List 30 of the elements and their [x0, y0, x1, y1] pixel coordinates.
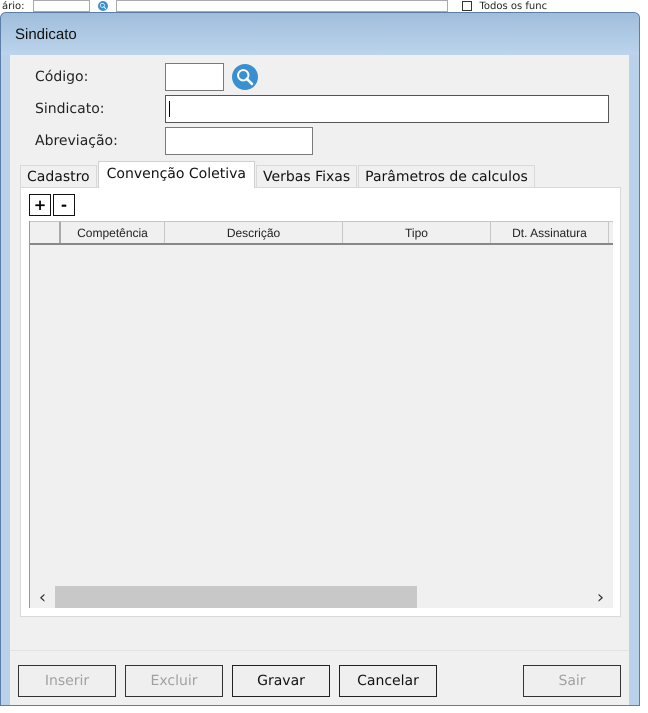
- column-header[interactable]: Descrição: [165, 221, 343, 243]
- input-field[interactable]: [165, 95, 609, 123]
- tab[interactable]: Verbas Fixas: [256, 165, 358, 187]
- field-label: Sindicato:: [35, 101, 106, 117]
- column-header[interactable]: Tipo: [343, 221, 491, 243]
- tab[interactable]: Convenção Coletiva: [98, 161, 255, 188]
- checkbox[interactable]: [462, 1, 472, 11]
- field-label: Abreviação:: [35, 133, 119, 149]
- checkbox-label: Todos os func: [480, 0, 548, 12]
- scrollbar-thumb[interactable]: [55, 586, 417, 608]
- input-field[interactable]: [165, 127, 313, 155]
- dialog-button[interactable]: Gravar: [232, 665, 330, 697]
- input-field[interactable]: [32, 0, 90, 12]
- column-header[interactable]: Dt. Assinatura: [491, 221, 609, 243]
- tab[interactable]: Cadastro: [20, 165, 97, 187]
- row-header: [30, 221, 61, 243]
- input-field[interactable]: [116, 0, 448, 12]
- dialog-button[interactable]: Cancelar: [339, 665, 437, 697]
- search-icon[interactable]: [98, 1, 108, 11]
- window-title: Sindicato: [15, 26, 77, 42]
- tab[interactable]: Parâmetros de calculos: [358, 165, 535, 187]
- scroll-left-arrow[interactable]: ‹: [30, 586, 55, 608]
- remove-button[interactable]: -: [53, 194, 75, 216]
- add-button[interactable]: +: [29, 194, 51, 216]
- column-header[interactable]: Competência: [61, 221, 165, 243]
- field-label: Código:: [35, 69, 90, 85]
- scroll-right-arrow[interactable]: ›: [588, 586, 613, 608]
- input-field[interactable]: [165, 63, 224, 91]
- field-label: ário:: [2, 0, 25, 12]
- search-icon[interactable]: [232, 64, 258, 90]
